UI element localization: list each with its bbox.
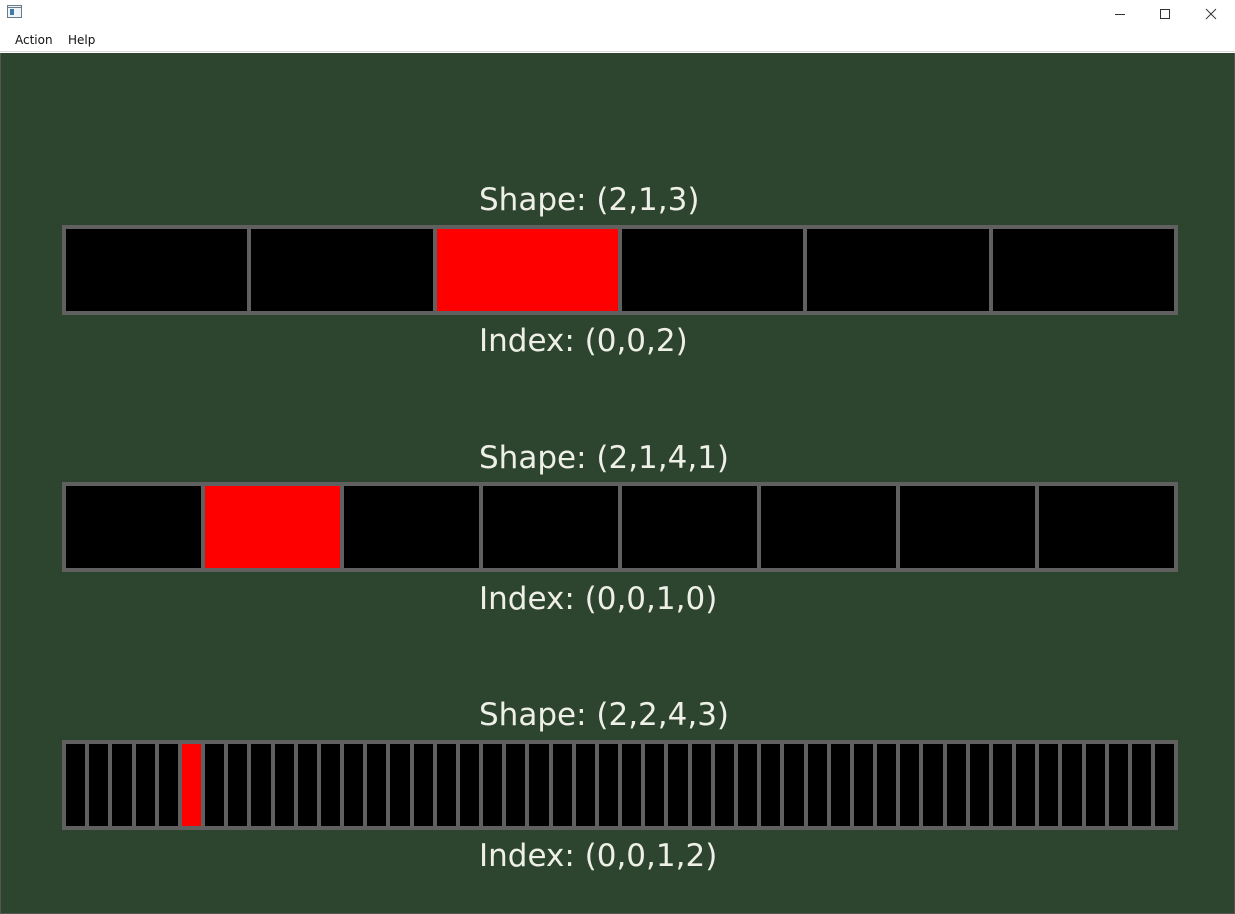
tensor-cell	[251, 744, 271, 826]
tensor-cell	[784, 744, 804, 826]
tensor-cell	[89, 744, 109, 826]
tensor-cell	[598, 744, 619, 826]
tensor-cell	[1108, 744, 1128, 826]
tensor-cell	[575, 744, 595, 826]
shape-label-1: Shape: (2,1,3)	[479, 182, 700, 218]
tensor-cell	[552, 744, 572, 826]
index-label-2: Index: (0,0,1,0)	[479, 581, 718, 617]
tensor-cell	[877, 744, 897, 826]
close-icon	[1205, 8, 1217, 20]
tensor-cell	[297, 744, 317, 826]
tensor-cell	[645, 744, 665, 826]
shape-label-3: Shape: (2,2,4,3)	[479, 697, 730, 733]
tensor-strip-3	[62, 740, 1178, 830]
tensor-cell	[1155, 744, 1175, 826]
tensor-cell	[135, 744, 155, 826]
tensor-cell	[1085, 744, 1105, 826]
tensor-cell	[112, 744, 132, 826]
tensor-cell	[807, 744, 827, 826]
tensor-cell	[1062, 744, 1082, 826]
tensor-cell	[66, 486, 201, 568]
tensor-cell	[205, 744, 225, 826]
tensor-strip-1	[62, 225, 1178, 315]
menu-help[interactable]: Help	[66, 32, 97, 48]
tensor-cell	[66, 744, 86, 826]
tensor-cell	[344, 744, 364, 826]
index-label-1: Index: (0,0,2)	[479, 323, 688, 359]
tensor-cell-highlighted	[205, 486, 340, 568]
tensor-cell	[367, 744, 387, 826]
tensor-cell	[714, 744, 734, 826]
index-label-3: Index: (0,0,1,2)	[479, 838, 718, 874]
tensor-cell	[529, 744, 549, 826]
app-window-icon	[7, 5, 22, 18]
tensor-cell	[900, 486, 1035, 568]
tensor-cell	[853, 744, 874, 826]
tensor-cell	[923, 744, 943, 826]
shape-label-2: Shape: (2,1,4,1)	[479, 440, 730, 476]
tensor-cell	[622, 486, 757, 568]
tensor-cell	[320, 744, 341, 826]
tensor-cell	[251, 229, 433, 311]
menu-action[interactable]: Action	[13, 32, 55, 48]
tensor-cell	[621, 229, 804, 311]
tensor-cell	[413, 744, 433, 826]
tensor-cell	[228, 744, 248, 826]
tensor-cell	[691, 744, 711, 826]
minimize-button[interactable]	[1097, 0, 1143, 28]
maximize-button[interactable]	[1142, 0, 1188, 28]
tensor-cell	[390, 744, 410, 826]
tensor-cell	[992, 744, 1013, 826]
tensor-cell	[459, 744, 480, 826]
menu-bar: Action Help	[0, 28, 1235, 52]
tensor-cell	[506, 744, 526, 826]
tensor-cell	[274, 744, 294, 826]
tensor-cell	[969, 744, 989, 826]
close-button[interactable]	[1188, 0, 1234, 28]
tensor-strip-2	[62, 482, 1178, 572]
tensor-cell	[344, 486, 479, 568]
tensor-cell	[483, 486, 618, 568]
maximize-icon	[1160, 9, 1170, 19]
tensor-cell	[668, 744, 688, 826]
tensor-cell	[807, 229, 989, 311]
tensor-cell	[761, 744, 781, 826]
tensor-cell	[830, 744, 850, 826]
tensor-cell	[1039, 744, 1059, 826]
minimize-icon	[1115, 14, 1125, 15]
tensor-cell	[158, 744, 178, 826]
tensor-cell	[900, 744, 920, 826]
tensor-cell	[1131, 744, 1152, 826]
tensor-cell	[436, 744, 456, 826]
tensor-cell	[1016, 744, 1036, 826]
tensor-cell-highlighted	[181, 744, 202, 826]
tensor-cell	[992, 229, 1174, 311]
title-bar	[0, 0, 1235, 28]
tensor-cell	[946, 744, 966, 826]
tensor-cell	[761, 486, 896, 568]
tensor-cell	[1039, 486, 1174, 568]
tensor-cell	[483, 744, 503, 826]
canvas-area: Shape: (2,1,3) Index: (0,0,2) Shape: (2,…	[0, 53, 1235, 914]
tensor-cell	[737, 744, 758, 826]
tensor-cell	[66, 229, 248, 311]
tensor-cell	[622, 744, 642, 826]
tensor-cell-highlighted	[436, 229, 618, 311]
